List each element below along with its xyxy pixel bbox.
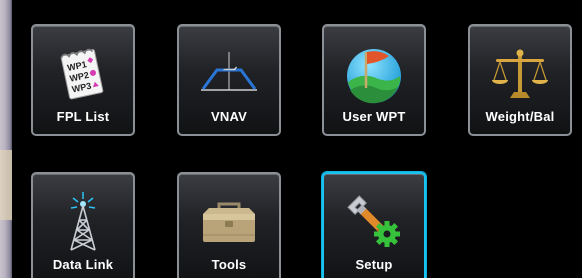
user-waypoint-flag-icon <box>342 42 406 106</box>
setup-label: Setup <box>355 257 393 272</box>
left-bezel <box>0 0 12 278</box>
weight-bal-button[interactable]: Weight/Bal <box>468 24 572 136</box>
weight-bal-label: Weight/Bal <box>485 109 555 124</box>
vertical-profile-icon <box>197 42 261 106</box>
vnav-label: VNAV <box>211 109 247 124</box>
toolbox-icon <box>197 190 261 254</box>
tools-button[interactable]: Tools <box>177 172 281 278</box>
user-wpt-button[interactable]: User WPT <box>322 24 426 136</box>
tools-label: Tools <box>211 257 247 272</box>
data-link-label: Data Link <box>52 257 114 272</box>
wrench-gear-icon <box>342 190 406 254</box>
app-menu-screen: WP1 WP2 WP3 FPL List VNAV User WPT Weigh… <box>0 0 582 278</box>
data-link-button[interactable]: Data Link <box>31 172 135 278</box>
user-wpt-label: User WPT <box>342 109 406 124</box>
balance-scale-icon <box>488 42 552 106</box>
flight-plan-list-icon: WP1 WP2 WP3 <box>51 42 115 106</box>
fpl-list-label: FPL List <box>56 109 110 124</box>
vnav-button[interactable]: VNAV <box>177 24 281 136</box>
radio-tower-icon <box>51 190 115 254</box>
setup-button[interactable]: Setup <box>322 172 426 278</box>
fpl-list-button[interactable]: WP1 WP2 WP3 FPL List <box>31 24 135 136</box>
